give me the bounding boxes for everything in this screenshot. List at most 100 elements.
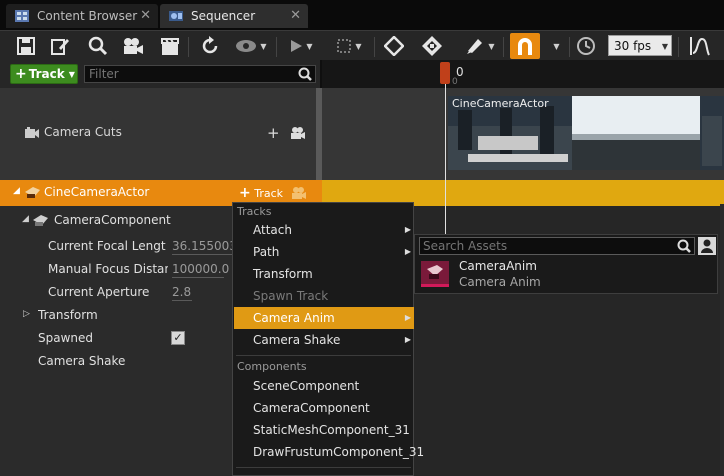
filter-field[interactable] (84, 65, 316, 83)
time-button[interactable] (574, 33, 598, 59)
transform-row[interactable]: ▷ Transform (0, 304, 236, 327)
tab-sequencer[interactable]: Sequencer ✕ (160, 4, 308, 28)
property-value[interactable]: 36.155003 (172, 239, 232, 253)
asset-search-field[interactable] (419, 237, 695, 255)
menu-item-label: Camera Anim (253, 311, 335, 325)
asset-list-item[interactable]: CameraAnim Camera Anim (419, 259, 709, 291)
refresh-button[interactable] (198, 33, 222, 59)
tab-label: Sequencer (191, 9, 256, 23)
clip-label: CineCameraActor (452, 97, 549, 110)
property-value[interactable]: 2.8 (172, 285, 232, 299)
tab-content-browser[interactable]: Content Browser ✕ (6, 4, 158, 28)
toolbar: ▼ ▼ ▼ ▼ ▼ 30 fps ▼ (0, 30, 724, 60)
transform-label: Transform (38, 308, 98, 322)
menu-item-component[interactable]: DrawFrustumComponent_31 (234, 441, 424, 463)
camera-cuts-icon (25, 127, 39, 138)
plus-icon: + (15, 66, 27, 82)
close-icon[interactable]: ✕ (290, 8, 301, 23)
paint-icon (467, 39, 483, 54)
play-button[interactable]: ▼ (286, 33, 316, 59)
snap-button[interactable] (510, 33, 540, 59)
menu-item-attach[interactable]: Attach ▶ (234, 219, 414, 241)
asset-name: CameraAnim (459, 259, 537, 273)
clapper-icon (161, 38, 179, 55)
camera-icon[interactable] (291, 186, 307, 200)
time-ruler[interactable]: 0 0 (322, 60, 724, 88)
add-track-to-actor-button[interactable]: + Track (239, 185, 283, 201)
menu-item-component[interactable]: SceneComponent (234, 375, 414, 397)
property-label: Current Focal Length (48, 239, 166, 253)
camera-cuts-label: Camera Cuts (44, 125, 122, 139)
menu-item-camera-anim[interactable]: Camera Anim ▶ (234, 307, 414, 329)
refresh-icon (202, 36, 218, 54)
chevron-down-icon: ▼ (661, 42, 668, 51)
camera-anim-thumbnail (421, 261, 449, 287)
menu-section-header: Tracks (237, 205, 272, 218)
paint-button[interactable]: ▼ (462, 33, 498, 59)
play-icon (291, 40, 303, 52)
view-options-button[interactable]: ▼ (232, 33, 270, 59)
menu-item-component[interactable]: StaticMeshComponent_31 (234, 419, 414, 441)
add-camera-cut-button[interactable]: + (267, 124, 280, 142)
toolbar-separator (678, 37, 679, 57)
cine-camera-icon (25, 187, 40, 198)
camera-component-icon (33, 215, 48, 226)
property-value[interactable]: 100000.0 (172, 262, 232, 276)
selection-button[interactable]: ▼ (332, 33, 366, 59)
filter-input[interactable] (85, 66, 285, 82)
spawned-checkbox[interactable]: ✓ (171, 331, 185, 345)
submenu-arrow-icon: ▶ (404, 225, 411, 234)
menu-item-transform[interactable]: Transform (234, 263, 414, 285)
property-row[interactable]: Current Aperture 2.8 (0, 281, 236, 304)
camera-button[interactable] (120, 33, 146, 59)
camera-shake-row[interactable]: Camera Shake (0, 350, 236, 373)
toolbar-separator (374, 37, 375, 57)
save-button[interactable] (14, 33, 38, 59)
chevron-down-icon: ▼ (553, 41, 560, 51)
camera-clip[interactable]: CineCameraActor (448, 96, 724, 170)
menu-divider (236, 355, 411, 356)
key-button[interactable] (382, 33, 406, 59)
chevron-down-icon: ▼ (306, 41, 313, 51)
menu-item-path[interactable]: Path ▶ (234, 241, 414, 263)
property-row[interactable]: Current Focal Length 36.155003 (0, 235, 236, 258)
camera-icon[interactable] (290, 126, 306, 140)
add-track-button[interactable]: + Track ▼ (10, 64, 78, 84)
submenu-arrow-icon: ▶ (404, 313, 411, 322)
submenu-arrow-icon: ▶ (404, 247, 411, 256)
menu-item-label: Attach (253, 223, 292, 237)
asset-search-input[interactable] (420, 238, 670, 254)
camera-cuts-track[interactable]: Camera Cuts + (0, 88, 316, 180)
content-browser-icon (14, 9, 30, 23)
menu-item-component[interactable]: CameraComponent (234, 397, 414, 419)
chevron-down-icon: ▼ (68, 69, 75, 79)
chevron-down-icon: ▼ (260, 41, 267, 51)
toolbar-separator (503, 37, 504, 57)
fps-dropdown[interactable]: 30 fps ▼ (608, 35, 672, 56)
add-track-label: Track (28, 67, 65, 81)
clock-icon (577, 37, 595, 55)
view-options-button[interactable] (698, 237, 716, 255)
property-row[interactable]: Manual Focus Distanc 100000.0 (0, 258, 236, 281)
actor-label: CineCameraActor (44, 185, 150, 199)
collapse-arrow-icon[interactable]: ◢ (13, 186, 20, 196)
menu-section-header: Components (237, 360, 307, 373)
asset-picker: CameraAnim Camera Anim (414, 234, 718, 294)
transform-button[interactable] (420, 33, 444, 59)
expand-arrow-icon[interactable]: ▷ (23, 309, 30, 319)
spawned-row[interactable]: Spawned ✓ (0, 327, 236, 350)
search-button[interactable] (86, 33, 110, 59)
component-label: CameraComponent (54, 213, 171, 227)
menu-item-label: Path (253, 245, 280, 259)
menu-item-camera-shake[interactable]: Camera Shake ▶ (234, 329, 414, 351)
component-row[interactable]: ◢ CameraComponent (0, 209, 236, 232)
snap-options-dropdown[interactable]: ▼ (546, 33, 564, 59)
playhead-handle[interactable] (440, 62, 450, 84)
render-movie-button[interactable] (158, 33, 182, 59)
filter-row: + Track ▼ (0, 60, 320, 88)
curve-editor-button[interactable] (686, 33, 712, 59)
edit-button[interactable] (48, 33, 72, 59)
close-icon[interactable]: ✕ (140, 8, 151, 23)
collapse-arrow-icon[interactable]: ◢ (22, 214, 29, 224)
property-label: Manual Focus Distanc (48, 262, 168, 276)
